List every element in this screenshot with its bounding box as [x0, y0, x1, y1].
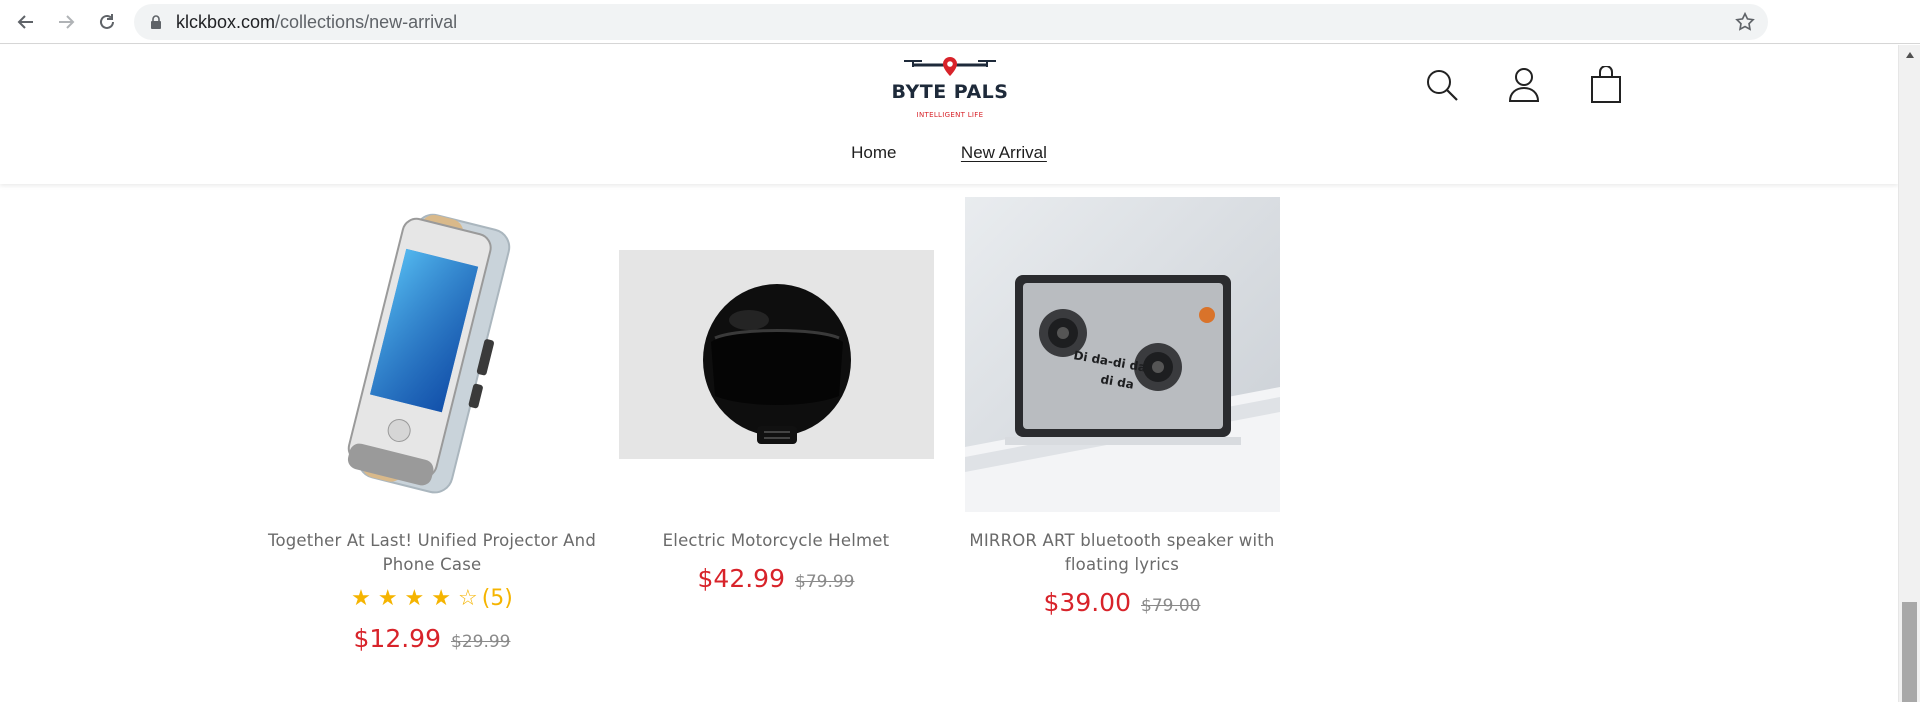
- star-rating: ★ ★ ★ ★ ☆ (5): [252, 586, 612, 611]
- forward-button[interactable]: [52, 8, 80, 36]
- address-bar[interactable]: klckbox.com/collections/new-arrival: [134, 4, 1768, 40]
- price-row: $42.99 $79.99: [596, 564, 956, 593]
- user-icon: [1508, 68, 1540, 102]
- scrollbar-thumb[interactable]: [1902, 602, 1917, 702]
- search-icon: [1427, 70, 1458, 101]
- product-title[interactable]: MIRROR ART bluetooth speaker with floati…: [942, 529, 1302, 577]
- rating-stars: ★ ★ ★ ★ ☆: [351, 586, 478, 611]
- product-title-line: floating lyrics: [1064, 555, 1180, 574]
- lock-icon: [151, 15, 161, 29]
- search-button[interactable]: [1424, 65, 1460, 105]
- product-image-helmet[interactable]: [619, 250, 934, 459]
- product-image-speaker[interactable]: Di da-di da di da: [965, 197, 1280, 512]
- reload-button[interactable]: [93, 8, 121, 36]
- sale-price: $39.00: [1043, 588, 1131, 617]
- cart-button[interactable]: [1588, 65, 1624, 105]
- account-button[interactable]: [1506, 65, 1542, 105]
- compare-price: $29.99: [451, 632, 511, 652]
- nav-new-arrival[interactable]: New Arrival: [961, 143, 1047, 162]
- compare-price: $79.00: [1141, 596, 1201, 616]
- bookmark-star-icon[interactable]: [1734, 11, 1756, 33]
- forward-arrow-icon: [59, 15, 75, 29]
- shopping-bag-icon: [1591, 66, 1621, 103]
- page-scrollbar[interactable]: [1898, 45, 1920, 702]
- logo-tagline: INTELLIGENT LIFE: [916, 111, 984, 119]
- product-title[interactable]: Electric Motorcycle Helmet: [596, 529, 956, 553]
- reload-icon: [100, 14, 114, 29]
- store-logo[interactable]: BYTE PALS INTELLIGENT LIFE: [886, 55, 1014, 119]
- url-domain: klckbox.com: [176, 12, 276, 32]
- product-image-projector-case[interactable]: [275, 197, 590, 512]
- main-navigation: Home New Arrival: [0, 143, 1898, 163]
- store-header: BYTE PALS INTELLIGENT LIFE Home New Arri…: [0, 45, 1898, 184]
- compare-price: $79.99: [795, 572, 855, 592]
- sale-price: $42.99: [697, 564, 785, 593]
- url-text: klckbox.com/collections/new-arrival: [176, 4, 457, 40]
- logo-wordmark: BYTE PALS: [891, 81, 1009, 103]
- nav-home[interactable]: Home: [851, 143, 896, 162]
- product-title-line: Together At Last! Unified Projector And: [267, 531, 597, 550]
- sale-price: $12.99: [353, 624, 441, 653]
- back-arrow-icon: [17, 15, 33, 29]
- url-path: /collections/new-arrival: [275, 12, 458, 32]
- scroll-up-arrow-icon[interactable]: [1905, 51, 1915, 59]
- review-count: (5): [481, 586, 513, 611]
- product-title-line: MIRROR ART bluetooth speaker with: [969, 531, 1275, 550]
- product-title-line: Phone Case: [382, 555, 482, 574]
- back-button[interactable]: [12, 8, 40, 36]
- product-title[interactable]: Together At Last! Unified Projector And …: [252, 529, 612, 577]
- price-row: $12.99 $29.99: [252, 624, 612, 653]
- product-title-line: Electric Motorcycle Helmet: [662, 531, 890, 550]
- browser-toolbar: klckbox.com/collections/new-arrival: [0, 0, 1920, 44]
- price-row: $39.00 $79.00: [942, 588, 1302, 617]
